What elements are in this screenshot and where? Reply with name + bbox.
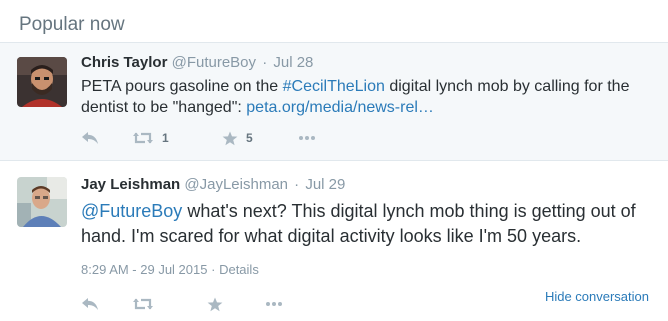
reply-icon [81, 297, 99, 311]
tweet-meta: Jay Leishman @JayLeishman · Jul 29 [81, 176, 345, 193]
retweet-count: 1 [162, 131, 169, 145]
tweet-text: PETA pours gasoline on the #CecilTheLion… [81, 76, 651, 118]
more-button[interactable] [298, 135, 316, 141]
tweet-text-part: PETA pours gasoline on the [81, 78, 283, 95]
tweet-actions: 1 5 [81, 126, 316, 150]
tweet[interactable]: Chris Taylor @FutureBoy · Jul 28 PETA po… [0, 42, 668, 161]
retweet-button[interactable]: 1 [132, 131, 222, 145]
retweet-icon [132, 297, 154, 311]
author-handle[interactable]: @JayLeishman [184, 176, 288, 193]
favorite-count: 5 [246, 131, 253, 145]
author-name[interactable]: Jay Leishman [81, 176, 180, 193]
tweet-time[interactable]: Jul 28 [273, 54, 313, 71]
tweet-actions [81, 292, 283, 316]
hashtag-link[interactable]: #CecilTheLion [283, 78, 385, 95]
tweet-meta: Chris Taylor @FutureBoy · Jul 28 [81, 54, 313, 71]
url-link[interactable]: peta.org/media/news-rel… [246, 99, 434, 116]
tweet-text: @FutureBoy what's next? This digital lyn… [81, 199, 651, 249]
favorite-icon [207, 297, 223, 312]
favorite-button[interactable] [207, 297, 265, 312]
more-icon [298, 135, 316, 141]
favorite-button[interactable]: 5 [222, 131, 298, 146]
reply-icon [81, 131, 99, 145]
section-title: Popular now [0, 0, 668, 42]
reply-button[interactable] [81, 131, 132, 145]
retweet-button[interactable] [132, 297, 207, 311]
tweet-timestamp: 8:29 AM - 29 Jul 2015 · Details [81, 262, 259, 277]
favorite-icon [222, 131, 238, 146]
full-timestamp: 8:29 AM - 29 Jul 2015 [81, 262, 208, 277]
meta-separator: · [262, 54, 268, 71]
avatar[interactable] [17, 57, 67, 107]
hide-conversation-link[interactable]: Hide conversation [545, 289, 649, 304]
mention-link[interactable]: @FutureBoy [81, 201, 182, 221]
avatar[interactable] [17, 177, 67, 227]
author-handle[interactable]: @FutureBoy [172, 54, 256, 71]
tweet-expanded[interactable]: Jay Leishman @JayLeishman · Jul 29 @Futu… [0, 161, 668, 321]
details-link[interactable]: Details [219, 262, 259, 277]
meta-separator: · [294, 176, 300, 193]
retweet-icon [132, 131, 154, 145]
timestamp-separator: · [211, 262, 216, 277]
section-title-text: Popular now [19, 14, 125, 35]
reply-button[interactable] [81, 297, 132, 311]
more-icon [265, 301, 283, 307]
more-button[interactable] [265, 301, 283, 307]
tweet-time[interactable]: Jul 29 [305, 176, 345, 193]
author-name[interactable]: Chris Taylor [81, 54, 167, 71]
